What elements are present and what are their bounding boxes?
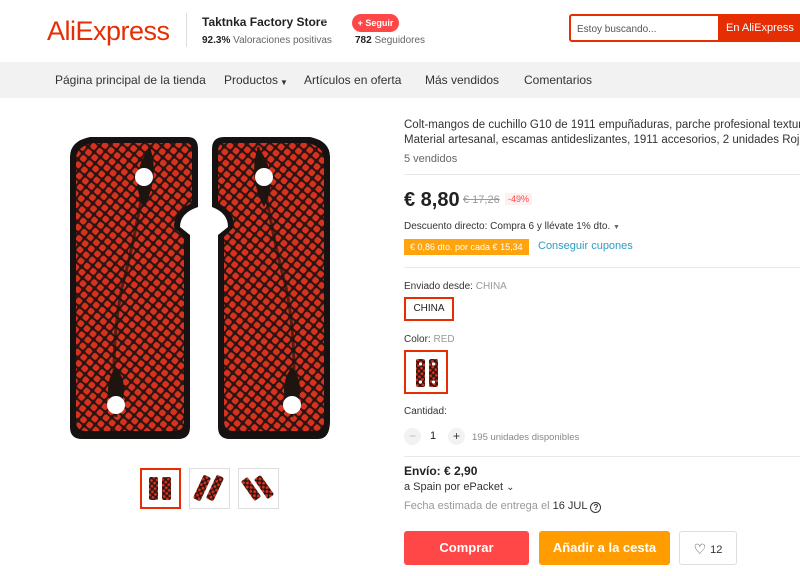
search-input[interactable] (577, 20, 717, 38)
wishlist-button[interactable]: ♡ 12 (679, 531, 737, 565)
sold-count: 5 vendidos (404, 153, 458, 165)
direct-discount[interactable]: Descuento directo: Compra 6 y llévate 1%… (404, 221, 620, 232)
store-caret-icon[interactable]: ▼ (320, 17, 328, 26)
wishlist-count: 12 (710, 544, 723, 556)
discount-badge: -49% (505, 193, 533, 205)
divider (404, 174, 800, 175)
aliexpress-logo[interactable]: AliExpress (47, 16, 170, 47)
color-value: RED (433, 334, 455, 345)
chevron-down-icon: ▼ (280, 78, 288, 87)
ships-from-value: CHINA (475, 281, 507, 292)
quantity-value[interactable]: 1 (430, 430, 436, 442)
follow-button[interactable]: + Seguir (352, 14, 399, 32)
ship-from-option-china[interactable]: CHINA (404, 297, 454, 321)
original-price: € 17,26 (463, 194, 500, 206)
followers-label: Seguidores (374, 35, 426, 46)
thumbnail-3[interactable] (238, 468, 279, 509)
store-nav: Página principal de la tienda Productos ▼… (0, 62, 800, 98)
followers-count: 782 (355, 35, 372, 46)
nav-products-label: Productos (224, 73, 279, 87)
nav-item-home[interactable]: Página principal de la tienda (55, 73, 206, 87)
divider (404, 456, 800, 457)
rating-label: Valoraciones positivas (233, 35, 332, 46)
buy-now-button[interactable]: Comprar (404, 531, 529, 565)
thumbnail-2[interactable] (189, 468, 230, 509)
right-grip (212, 137, 330, 439)
nav-item-reviews[interactable]: Comentarios (524, 73, 592, 87)
top-header: AliExpress Taktnka Factory Store ▼ 92.3%… (0, 0, 800, 62)
store-name[interactable]: Taktnka Factory Store (202, 15, 327, 29)
add-to-cart-button[interactable]: Añadir a la cesta (539, 531, 670, 565)
main-product-image[interactable] (40, 117, 381, 458)
quantity-decrease-button[interactable]: − (404, 428, 421, 445)
direct-discount-text: Descuento directo: Compra 6 y llévate 1%… (404, 221, 611, 232)
quantity-label: Cantidad: (404, 406, 447, 417)
product-title: Colt-mangos de cuchillo G10 de 1911 empu… (404, 118, 800, 148)
delivery-estimate: Fecha estimada de entrega el 16 JUL? (404, 500, 602, 513)
shipping-method[interactable]: a Spain por ePacket ⌄ (404, 481, 515, 493)
available-units: 195 unidades disponibles (472, 432, 580, 443)
current-price: € 8,80 (404, 189, 460, 211)
rating-value: 92.3% (202, 35, 231, 46)
color-label: Color: RED (404, 334, 455, 345)
search-button[interactable]: En AliExpress (718, 14, 800, 42)
quantity-increase-button[interactable]: + (448, 428, 465, 445)
nav-item-products[interactable]: Productos ▼ (224, 73, 288, 87)
nav-item-bestsellers[interactable]: Más vendidos (425, 73, 499, 87)
chevron-down-icon: ▼ (613, 224, 620, 231)
nav-item-deals[interactable]: Artículos en oferta (304, 73, 401, 87)
product-title-line-1: Colt-mangos de cuchillo G10 de 1911 empu… (404, 119, 800, 131)
color-option-red[interactable] (404, 350, 448, 394)
ships-from-title: Enviado desde: (404, 281, 473, 292)
color-title: Color: (404, 334, 431, 345)
ships-from-label: Enviado desde: CHINA (404, 281, 507, 292)
left-grip (70, 137, 198, 439)
followers: 782 Seguidores (355, 35, 425, 46)
chevron-down-icon: ⌄ (506, 482, 515, 493)
heart-icon: ♡ (693, 541, 707, 557)
header-divider (186, 13, 187, 47)
coupon-tag: € 0,86 dto. por cada € 15,34 (404, 239, 529, 255)
delivery-date: 16 JUL (552, 500, 588, 512)
divider (404, 267, 800, 268)
thumbnail-1[interactable] (140, 468, 181, 509)
shipping-price: Envío: € 2,90 (404, 464, 478, 478)
get-coupons-link[interactable]: Conseguir cupones (538, 240, 633, 252)
store-rating: 92.3% Valoraciones positivas (202, 35, 332, 46)
shipping-method-text: a Spain por ePacket (404, 481, 504, 493)
help-icon[interactable]: ? (590, 502, 602, 513)
product-title-line-2: Material artesanal, escamas antideslizan… (404, 134, 800, 146)
delivery-label: Fecha estimada de entrega el (404, 500, 550, 512)
